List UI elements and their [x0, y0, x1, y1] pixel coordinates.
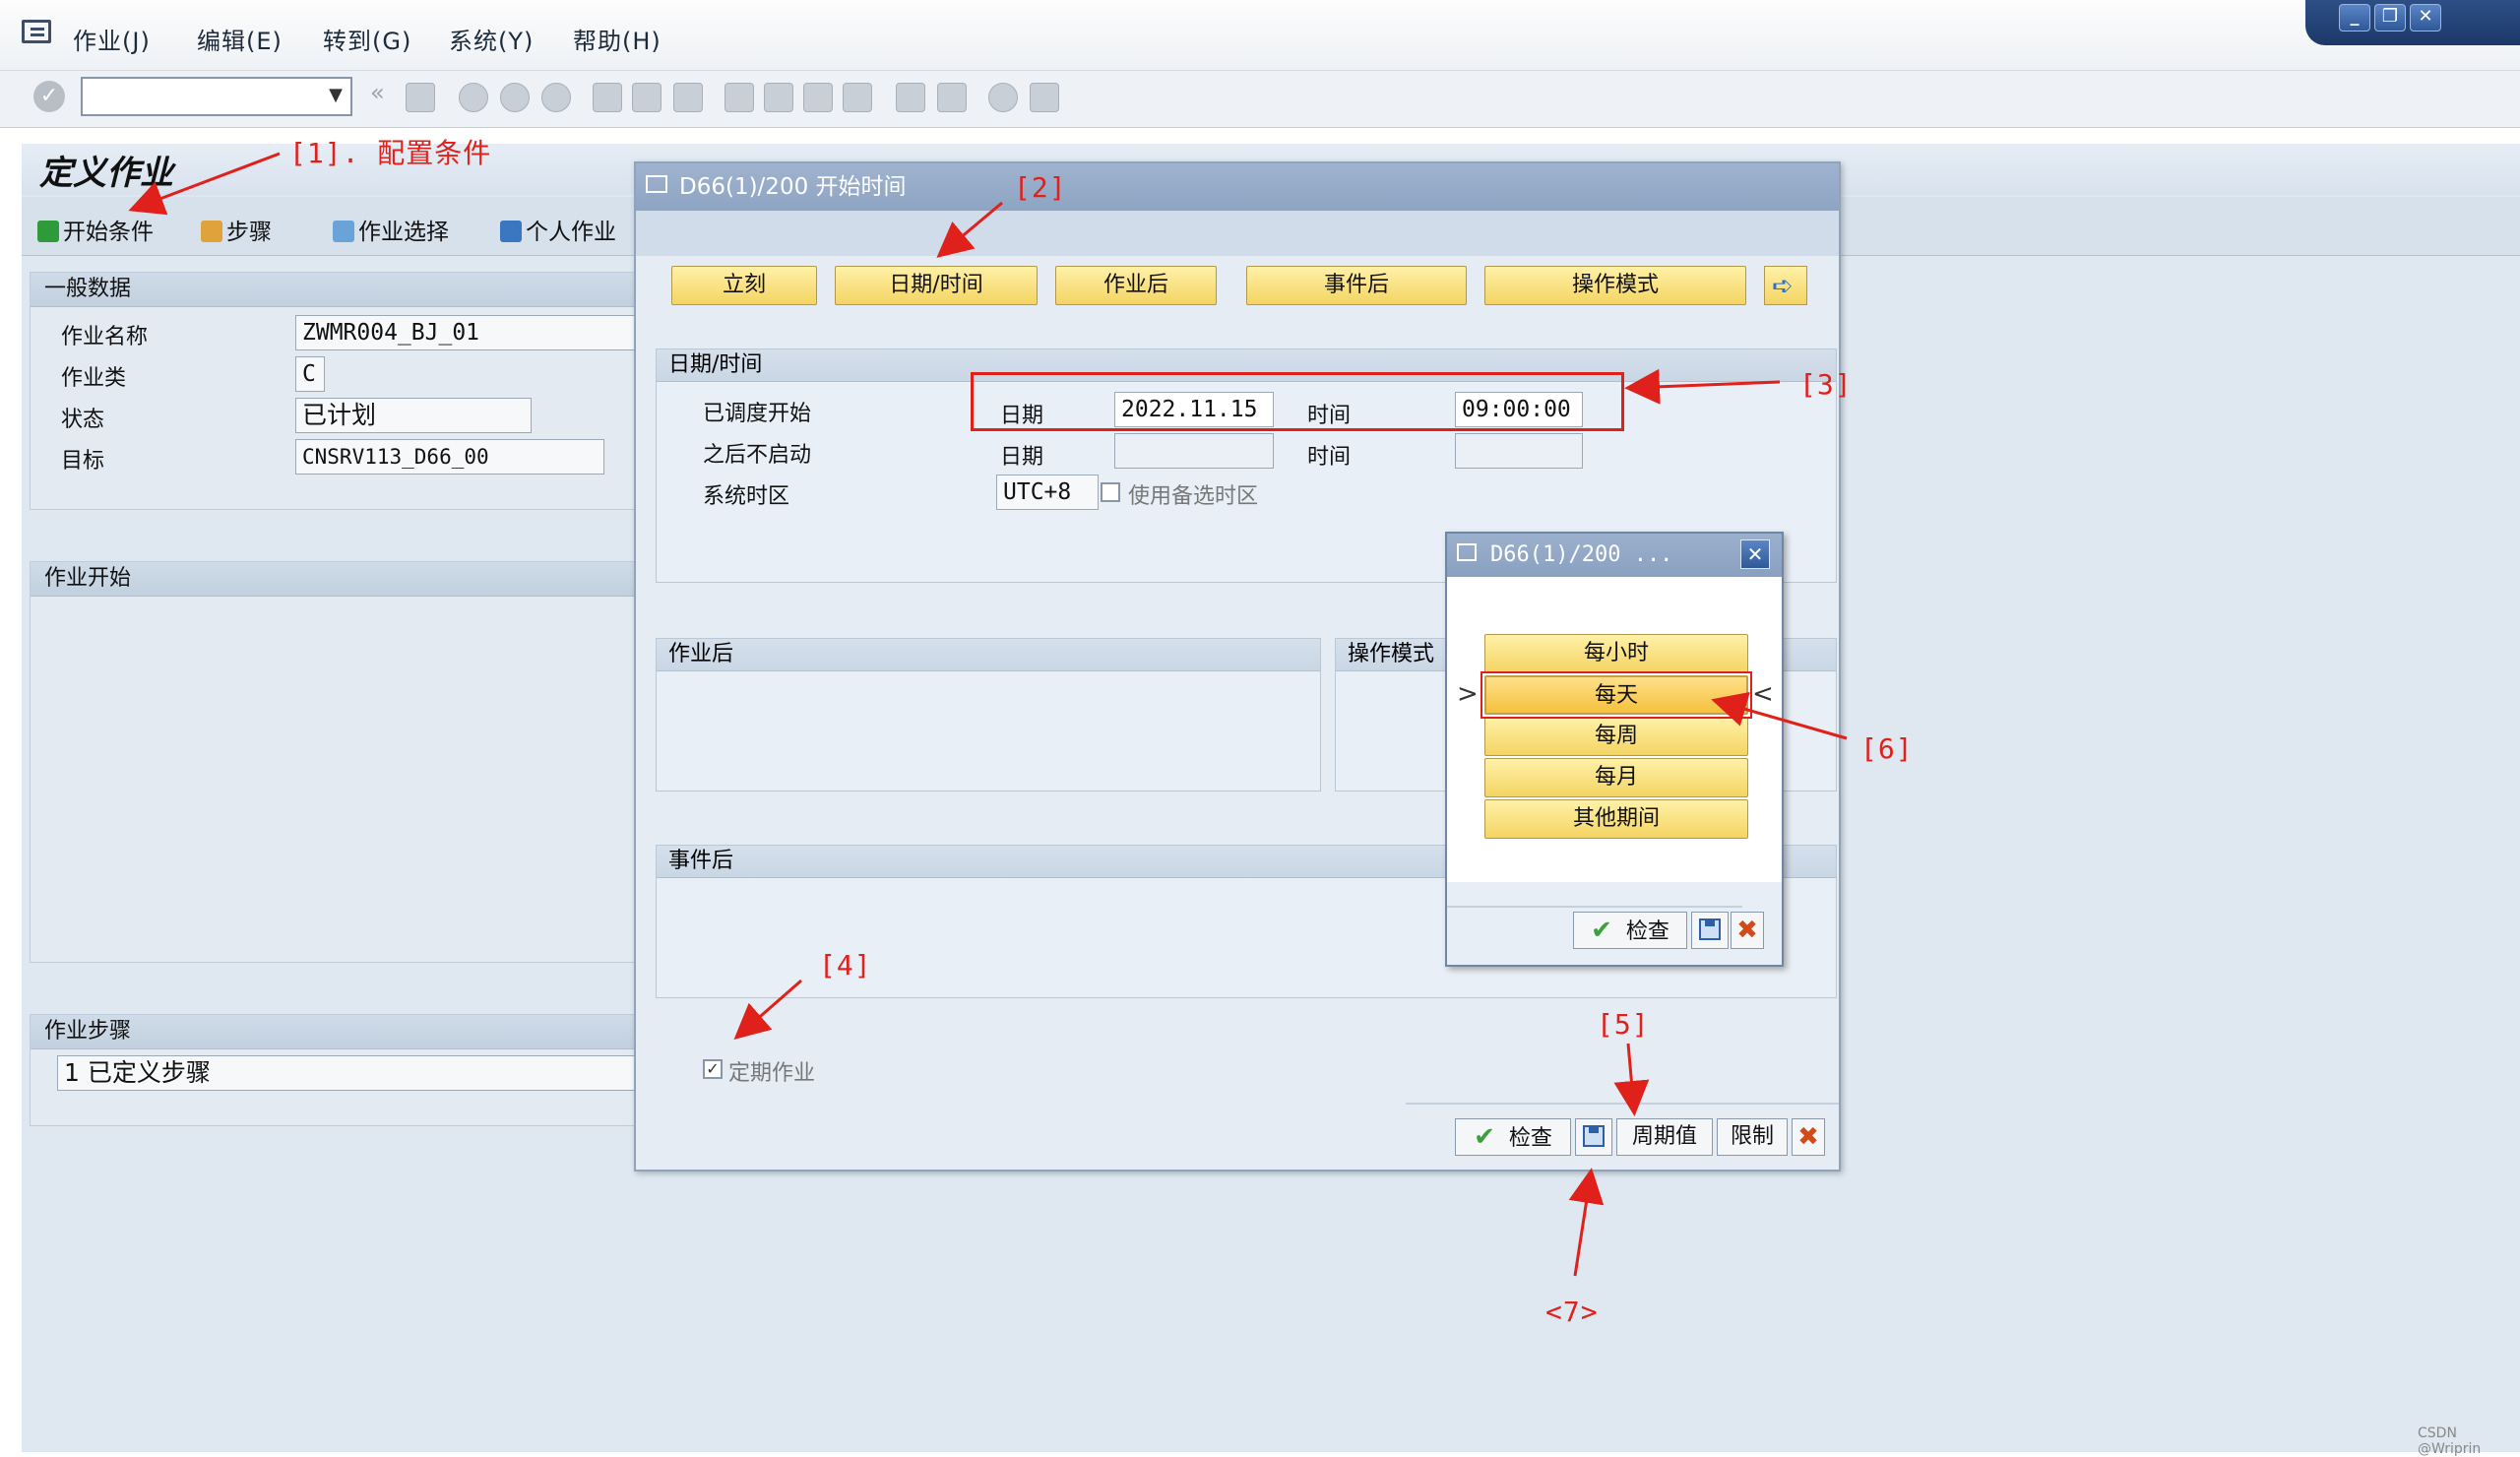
arrow-3	[1624, 368, 1781, 405]
annotation-2: [2]	[1014, 171, 1067, 204]
annotation-6: [6]	[1860, 732, 1914, 765]
arrow-6	[1711, 692, 1848, 740]
annotation-7: <7>	[1545, 1296, 1599, 1328]
arrow-5	[1613, 1043, 1650, 1116]
annotation-3: [3]	[1799, 368, 1853, 401]
annotation-5: [5]	[1597, 1008, 1650, 1041]
annotation-arrows	[128, 152, 1848, 1277]
credit-text: CSDN @Wriprin	[2418, 1425, 2482, 1457]
arrow-7	[1568, 1168, 1605, 1277]
annotation-1: [1]. 配置条件	[289, 137, 492, 169]
arrow-2	[936, 201, 1003, 258]
arrow-1	[128, 152, 281, 216]
arrow-4	[733, 979, 802, 1040]
annotation-4: [4]	[819, 949, 872, 982]
